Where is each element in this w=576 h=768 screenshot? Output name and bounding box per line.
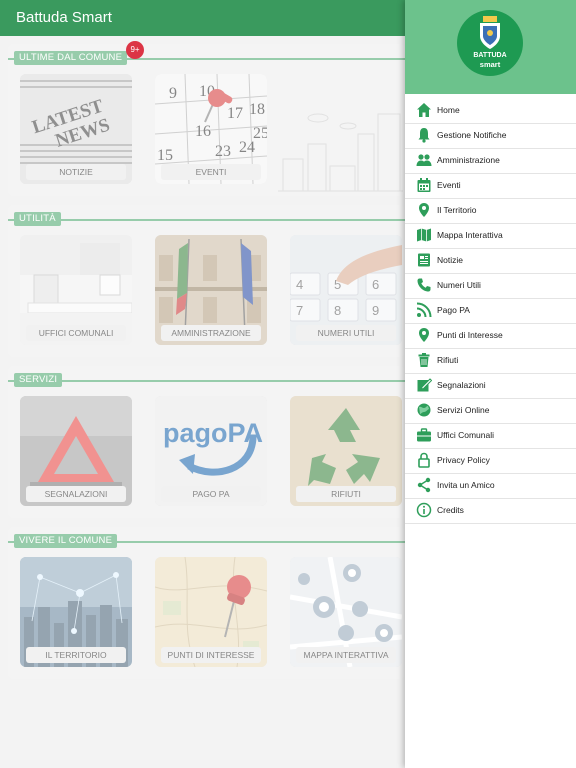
menu-item-il-territorio[interactable]: Il Territorio	[405, 198, 576, 224]
svg-text:18: 18	[249, 101, 265, 118]
menu-item-eventi[interactable]: Eventi	[405, 173, 576, 199]
skyline-decoration	[278, 113, 403, 192]
menu-item-pago-pa[interactable]: Pago PA	[405, 298, 576, 324]
map-pin-icon	[419, 328, 429, 342]
map-icon	[417, 228, 431, 242]
tile-label: RIFIUTI	[296, 486, 396, 502]
main-content: ULTIME DAL COMUNE LATEST NEWS NOTIZIE 9+	[0, 36, 405, 768]
svg-text:pagoPA: pagoPA	[163, 418, 263, 448]
section-title: VIVERE IL COMUNE	[14, 534, 118, 548]
tile-label: AMMINISTRAZIONE	[161, 325, 261, 341]
svg-text:6: 6	[372, 277, 379, 292]
info-icon	[416, 502, 432, 518]
home-icon	[417, 103, 431, 117]
tile-label: PUNTI DI INTERESSE	[161, 647, 261, 663]
navigation-drawer: BATTUDA smart Home Gestione Notifiche Am…	[405, 0, 576, 768]
trash-icon	[418, 353, 430, 367]
tile-eventi[interactable]: 9 10 17 18 16 23 24 15 25 EVENTI	[155, 74, 267, 184]
briefcase-icon	[417, 428, 431, 442]
tile-label: UFFICI COMUNALI	[26, 325, 126, 341]
section-title: SERVIZI	[14, 373, 63, 387]
drawer-header: BATTUDA smart	[405, 0, 576, 94]
calendar-icon	[417, 178, 431, 192]
section-utilita: UTILITÀ UFFICI COMUNALI AMMINISTRAZIONE …	[8, 205, 405, 357]
phone-icon	[417, 278, 431, 292]
section-vivere-il-comune: VIVERE IL COMUNE IL TERRITORIO PUNTI DI …	[8, 527, 405, 679]
tile-il-territorio[interactable]: IL TERRITORIO	[20, 557, 132, 667]
menu-item-privacy-policy[interactable]: Privacy Policy	[405, 448, 576, 474]
app-logo: BATTUDA smart	[457, 10, 523, 76]
tile-label: SEGNALAZIONI	[26, 486, 126, 502]
menu-item-servizi-online[interactable]: Servizi Online	[405, 398, 576, 424]
app-title: Battuda Smart	[16, 9, 112, 26]
bell-icon	[418, 128, 430, 143]
section-servizi: SERVIZI SEGNALAZIONI pagoPA PAGO PA RIFI…	[8, 366, 405, 518]
svg-text:15: 15	[157, 147, 173, 164]
lock-icon	[418, 452, 430, 468]
tile-label: IL TERRITORIO	[26, 647, 126, 663]
menu-item-credits[interactable]: Credits	[405, 498, 576, 524]
tile-label: EVENTI	[161, 164, 261, 180]
menu-item-uffici-comunali[interactable]: Uffici Comunali	[405, 423, 576, 449]
news-icon	[418, 253, 430, 267]
map-pin-icon	[419, 203, 429, 217]
menu-item-invita-un-amico[interactable]: Invita un Amico	[405, 473, 576, 499]
tile-amministrazione[interactable]: AMMINISTRAZIONE	[155, 235, 267, 345]
rss-icon	[416, 302, 432, 318]
tile-segnalazioni[interactable]: SEGNALAZIONI	[20, 396, 132, 506]
section-title: ULTIME DAL COMUNE	[14, 51, 128, 65]
svg-text:23: 23	[215, 143, 231, 160]
notification-badge: 9+	[126, 41, 144, 59]
globe-icon	[417, 403, 431, 417]
tile-label: NOTIZIE	[26, 164, 126, 180]
menu-item-amministrazione[interactable]: Amministrazione	[405, 148, 576, 174]
edit-icon	[417, 378, 432, 392]
section-title: UTILITÀ	[14, 212, 61, 226]
coat-of-arms-icon	[480, 16, 500, 49]
tile-uffici-comunali[interactable]: UFFICI COMUNALI	[20, 235, 132, 345]
tile-rifiuti[interactable]: RIFIUTI	[290, 396, 402, 506]
tile-punti-di-interesse[interactable]: PUNTI DI INTERESSE	[155, 557, 267, 667]
menu-item-segnalazioni[interactable]: Segnalazioni	[405, 373, 576, 399]
menu-item-mappa-interattiva[interactable]: Mappa Interattiva	[405, 223, 576, 249]
svg-text:16: 16	[195, 123, 211, 140]
menu-item-gestione-notifiche[interactable]: Gestione Notifiche	[405, 123, 576, 149]
svg-text:9: 9	[372, 303, 379, 318]
tile-notizie[interactable]: LATEST NEWS NOTIZIE	[20, 74, 132, 184]
svg-text:7: 7	[296, 303, 303, 318]
tile-mappa-interattiva[interactable]: MAPPA INTERATTIVA	[290, 557, 402, 667]
svg-text:25: 25	[253, 125, 267, 142]
svg-text:8: 8	[334, 303, 341, 318]
tile-label: NUMERI UTILI	[296, 325, 396, 341]
svg-text:9: 9	[169, 85, 177, 102]
section-ultime-dal-comune: ULTIME DAL COMUNE LATEST NEWS NOTIZIE 9+	[8, 41, 405, 196]
menu-item-rifiuti[interactable]: Rifiuti	[405, 348, 576, 374]
menu-item-punti-di-interesse[interactable]: Punti di Interesse	[405, 323, 576, 349]
tile-numeri-utili[interactable]: 4 5 6 7 8 9 NUMERI UTILI	[290, 235, 402, 345]
menu-item-numeri-utili[interactable]: Numeri Utili	[405, 273, 576, 299]
menu-item-notizie[interactable]: Notizie	[405, 248, 576, 274]
menu-item-home[interactable]: Home	[405, 98, 576, 124]
svg-text:17: 17	[227, 105, 243, 122]
tile-pago-pa[interactable]: pagoPA PAGO PA	[155, 396, 267, 506]
tile-label: MAPPA INTERATTIVA	[296, 647, 396, 663]
share-icon	[417, 477, 431, 493]
tile-label: PAGO PA	[161, 486, 261, 502]
svg-text:4: 4	[296, 277, 303, 292]
people-icon	[416, 154, 432, 166]
